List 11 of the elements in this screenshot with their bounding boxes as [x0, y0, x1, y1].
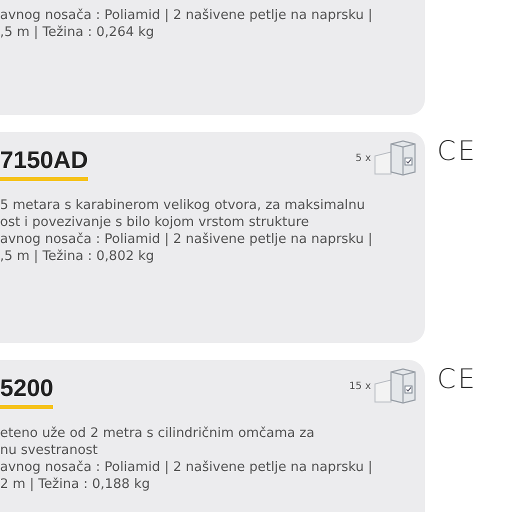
box-icon — [373, 368, 417, 404]
ce-mark: CE — [437, 364, 477, 395]
product-code: 5200 — [0, 376, 54, 409]
product-description: 5 metara s karabinerom velikog otvora, za maksimalnu ost i povezivanje s bilo kojom vrstom strukture avnog nosača : Poliamid | 2 našivene petlje na naprsku | ,5 m | Težina : 0,802 kg — [0, 197, 374, 265]
pack-count: 5 x — [356, 152, 371, 164]
product-description: eteno uže od 2 metra s cilindričnim omčama za nu svestranost avnog nosača : Poliamid | 2 našivene petlje na naprsku | 2 m | Težina : 0,188 kg — [0, 425, 374, 493]
pack-count: 15 x — [349, 380, 371, 392]
ce-mark: CE — [437, 136, 477, 167]
product-code: 7150AD — [0, 148, 88, 181]
product-description: avnog nosača : Poliamid | 2 našivene petlje na naprsku | ,5 m | Težina : 0,264 kg — [0, 7, 374, 41]
box-icon — [373, 140, 417, 176]
